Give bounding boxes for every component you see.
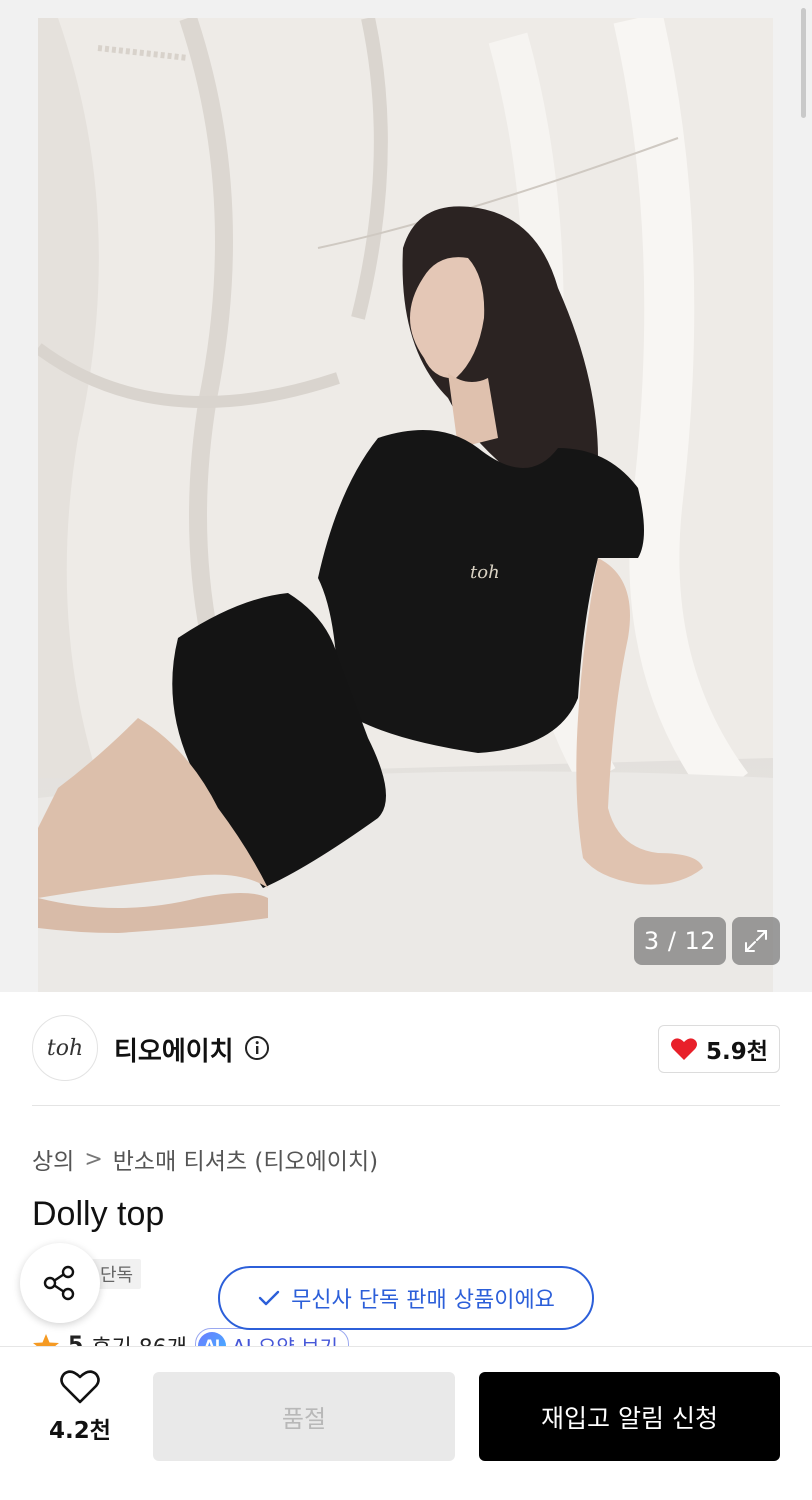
page-scrollbar[interactable] [801, 8, 806, 118]
product-title: Dolly top [32, 1195, 165, 1233]
image-counter: 3 / 12 [634, 917, 726, 965]
bottom-action-bar: 4.2천 품절 재입고 알림 신청 [0, 1346, 812, 1500]
breadcrumb-category[interactable]: 상의 [32, 1142, 74, 1176]
breadcrumb-subcategory[interactable]: 반소매 티셔츠 (티오에이치) [113, 1142, 378, 1176]
exclusive-toast: 무신사 단독 판매 상품이에요 [218, 1266, 594, 1330]
breadcrumb-separator: > [84, 1146, 103, 1172]
heart-icon [671, 1038, 698, 1060]
heart-outline-icon [60, 1370, 100, 1404]
expand-icon [745, 930, 767, 952]
brand-like-button[interactable]: 5.9천 [658, 1025, 780, 1073]
restock-alert-button[interactable]: 재입고 알림 신청 [479, 1372, 780, 1461]
check-icon [258, 1290, 280, 1306]
breadcrumb: 상의 > 반소매 티셔츠 (티오에이치) [32, 1142, 378, 1176]
ai-summary-button[interactable]: AI AI 요약 보기 [195, 1328, 349, 1348]
product-photo[interactable]: toh [38, 18, 773, 992]
expand-button[interactable] [732, 917, 780, 965]
info-icon[interactable] [244, 1035, 270, 1061]
brand-logo[interactable]: toh [32, 1015, 98, 1081]
toast-text: 무신사 단독 판매 상품이에요 [291, 1288, 555, 1313]
shirt-logo-text: toh [470, 562, 500, 583]
share-icon [43, 1265, 75, 1301]
wishlist-button[interactable]: 4.2천 [32, 1369, 128, 1457]
model-photo-illustration: toh [38, 18, 773, 992]
wishlist-count: 4.2천 [49, 1418, 111, 1444]
soldout-button[interactable]: 품절 [153, 1372, 455, 1461]
brand-logo-text: toh [46, 1035, 84, 1061]
divider [32, 1105, 780, 1106]
share-button[interactable] [20, 1243, 100, 1323]
brand-name[interactable]: 티오에이치 [114, 1031, 234, 1068]
product-image-gallery[interactable]: toh 3 / 12 [0, 0, 812, 992]
brand-row: toh 티오에이치 5.9천 [32, 1015, 780, 1083]
brand-like-count: 5.9천 [706, 1039, 768, 1065]
